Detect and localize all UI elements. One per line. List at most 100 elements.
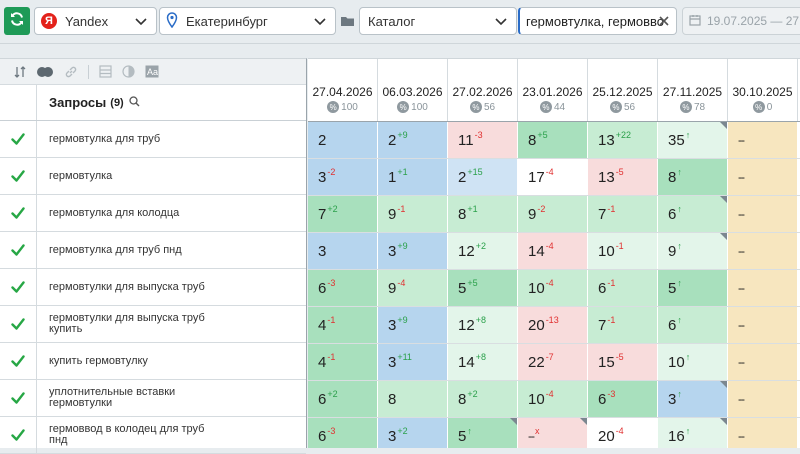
position-cell[interactable]: 7 -1 (588, 196, 658, 232)
position-cell[interactable]: -- (728, 122, 798, 158)
position-cell[interactable]: 7 +2 (308, 196, 378, 232)
link-icon[interactable] (64, 65, 78, 79)
position-cell[interactable]: 10 -1 (588, 233, 658, 269)
position-cell[interactable]: 11 -3 (448, 122, 518, 158)
position-cell[interactable]: -- (728, 233, 798, 269)
position-cell[interactable]: 2 +9 (378, 122, 448, 158)
position-cell[interactable]: 13 +22 (588, 122, 658, 158)
position-cell[interactable]: 6 -3 (588, 381, 658, 417)
position-cell[interactable]: 17 -4 (518, 159, 588, 195)
position-cell[interactable]: -- (728, 196, 798, 232)
position-cell[interactable]: -- (728, 418, 798, 448)
position-cell[interactable]: 10 -4 (518, 270, 588, 306)
position-cell[interactable]: -- x (518, 418, 588, 448)
position-cell[interactable]: -- (728, 307, 798, 343)
date-column-header[interactable]: 25.12.2025% 56 (588, 59, 658, 121)
position-cell[interactable]: 9 -1 (378, 196, 448, 232)
search-engine-select[interactable]: Я Yandex (34, 7, 157, 35)
position-cell[interactable]: 3 ↑ (658, 381, 728, 417)
check-icon[interactable] (0, 121, 37, 157)
position-cell[interactable]: 14 -4 (518, 233, 588, 269)
position-cell[interactable]: 2 (308, 122, 378, 158)
check-icon[interactable] (0, 306, 37, 342)
position-cell[interactable]: 3 +2 (378, 418, 448, 448)
position-cell[interactable]: 3 (308, 233, 378, 269)
position-cell[interactable]: 5 ↑ (448, 418, 518, 448)
position-cell[interactable]: 3 +9 (378, 307, 448, 343)
position-cell[interactable]: 22 -7 (518, 344, 588, 380)
date-column-header[interactable]: 27.04.2026% 100 (308, 59, 378, 121)
query-row[interactable]: купить гермовтулку (0, 343, 306, 380)
check-icon[interactable] (0, 343, 37, 379)
query-row[interactable]: гермовтулка для колодца (0, 195, 306, 232)
query-row[interactable]: уплотнительные вставки гермовтулки (0, 380, 306, 417)
date-column-header[interactable]: 30.10.2025% 0 (728, 59, 798, 121)
position-cell[interactable]: 2 +15 (448, 159, 518, 195)
query-row[interactable]: гермовтулка для труб пнд (0, 232, 306, 269)
query-row[interactable]: гермовтулка (0, 158, 306, 195)
position-cell[interactable]: 9 ↑ (658, 233, 728, 269)
position-cell[interactable]: 12 +8 (448, 307, 518, 343)
font-icon[interactable]: Aa (145, 65, 159, 78)
position-cell[interactable]: 5 +5 (448, 270, 518, 306)
position-cell[interactable]: 16 ↑ (658, 418, 728, 448)
contrast-icon[interactable] (122, 65, 135, 78)
check-icon[interactable] (0, 195, 37, 231)
position-cell[interactable]: 12 +2 (448, 233, 518, 269)
date-column-header[interactable]: 27.11.2025% 78 (658, 59, 728, 121)
position-cell[interactable]: -- (728, 159, 798, 195)
search-icon[interactable] (129, 95, 140, 110)
position-cell[interactable]: 3 +9 (378, 233, 448, 269)
date-column-header[interactable]: 27.02.2026% 56 (448, 59, 518, 121)
position-cell[interactable]: 20 -13 (518, 307, 588, 343)
toggle-icon[interactable] (36, 66, 54, 78)
position-cell[interactable]: 1 +1 (378, 159, 448, 195)
position-cell[interactable]: 15 -5 (588, 344, 658, 380)
date-range-picker[interactable]: 19.07.2025 — 27.04.2026 (682, 7, 800, 35)
position-cell[interactable]: 6 -3 (308, 418, 378, 448)
sort-icon[interactable] (14, 65, 26, 78)
position-cell[interactable]: 3 -2 (308, 159, 378, 195)
position-cell[interactable]: 10 -4 (518, 381, 588, 417)
position-cell[interactable]: 6 ↑ (658, 307, 728, 343)
position-cell[interactable]: 8 +2 (448, 381, 518, 417)
position-cell[interactable]: 14 +8 (448, 344, 518, 380)
query-row[interactable]: гермовтулки для выпуска труб (0, 269, 306, 306)
region-select[interactable]: Екатеринбург (159, 7, 336, 35)
catalog-select[interactable]: Каталог (359, 7, 517, 35)
position-cell[interactable]: -- (728, 270, 798, 306)
position-cell[interactable]: 5 ↑ (658, 270, 728, 306)
position-cell[interactable]: 6 ↑ (658, 196, 728, 232)
position-cell[interactable]: 9 -2 (518, 196, 588, 232)
check-icon[interactable] (0, 269, 37, 305)
check-icon[interactable] (0, 158, 37, 194)
query-row[interactable]: гермовтулки для выпуска труб купить (0, 306, 306, 343)
position-cell[interactable]: 8 (378, 381, 448, 417)
position-cell[interactable]: -- (728, 381, 798, 417)
position-cell[interactable]: 6 +2 (308, 381, 378, 417)
date-column-header[interactable]: 23.01.2026% 44 (518, 59, 588, 121)
position-cell[interactable]: 8 ↑ (658, 159, 728, 195)
refresh-button[interactable] (4, 7, 30, 35)
position-cell[interactable]: 6 -3 (308, 270, 378, 306)
position-cell[interactable]: 13 -5 (588, 159, 658, 195)
check-icon[interactable] (0, 232, 37, 268)
position-cell[interactable]: 8 +1 (448, 196, 518, 232)
position-cell[interactable]: 35 ↑ (658, 122, 728, 158)
position-cell[interactable]: 20 -4 (588, 418, 658, 448)
position-cell[interactable]: 10 ↑ (658, 344, 728, 380)
position-cell[interactable]: 6 -1 (588, 270, 658, 306)
date-column-header[interactable]: 06.03.2026% 100 (378, 59, 448, 121)
position-cell[interactable]: 8 +5 (518, 122, 588, 158)
table-icon[interactable] (99, 65, 112, 78)
query-row[interactable]: гермоввод в колодец для труб пнд (0, 417, 306, 454)
position-cell[interactable]: 4 -1 (308, 344, 378, 380)
position-cell[interactable]: 3 +11 (378, 344, 448, 380)
query-search-input[interactable]: гермовтулка, гермовво (518, 7, 677, 35)
position-cell[interactable]: 9 -4 (378, 270, 448, 306)
query-row[interactable]: гермовтулка для труб (0, 121, 306, 158)
position-cell[interactable]: 7 -1 (588, 307, 658, 343)
position-cell[interactable]: 4 -1 (308, 307, 378, 343)
check-icon[interactable] (0, 380, 37, 416)
clear-icon[interactable] (658, 15, 670, 27)
